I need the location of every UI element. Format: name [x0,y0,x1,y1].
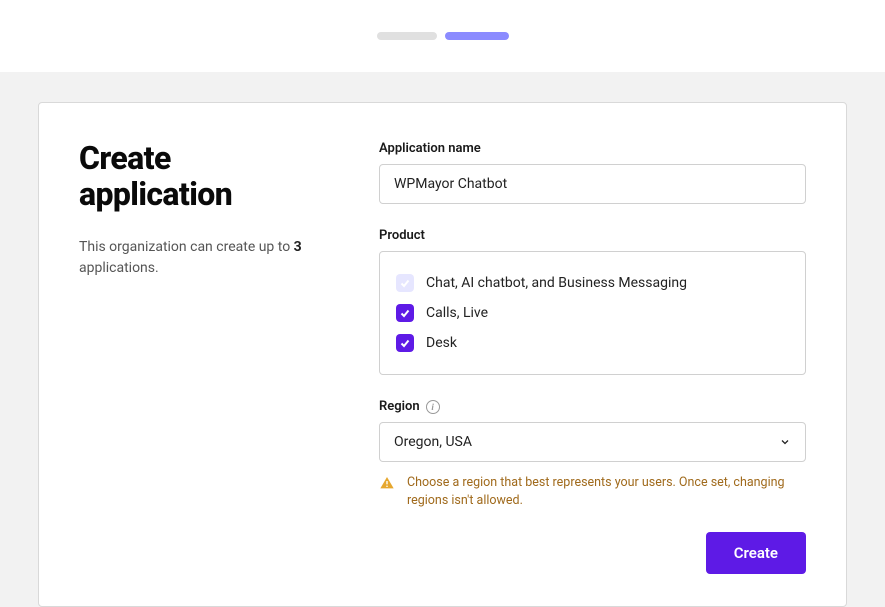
progress-bar-area [0,0,885,72]
region-select-wrap: Oregon, USA [379,422,806,462]
application-name-field: Application name [379,141,806,204]
product-field: Product Chat, AI chatbot, and Business M… [379,228,806,375]
page-title: Create application [79,141,355,213]
region-selected-value: Oregon, USA [394,434,472,450]
product-row-calls[interactable]: Calls, Live [396,298,789,328]
title-line-1: Create [79,139,171,177]
create-button[interactable]: Create [706,532,806,574]
subtitle-count: 3 [294,239,302,255]
button-row: Create [379,532,806,574]
region-warning-row: Choose a region that best represents you… [379,474,806,510]
product-label-calls: Calls, Live [426,305,488,321]
checkbox-calls[interactable] [396,304,414,322]
subtitle: This organization can create up to 3 app… [79,237,355,279]
product-row-desk[interactable]: Desk [396,328,789,358]
progress-indicator [377,32,509,40]
right-column: Application name Product Chat, AI chatbo… [379,141,806,574]
warning-icon [379,475,395,491]
check-icon [399,307,411,319]
left-column: Create application This organization can… [79,141,379,574]
info-icon[interactable]: i [426,400,440,414]
checkbox-desk[interactable] [396,334,414,352]
progress-step-2 [445,32,509,40]
product-label-desk: Desk [426,335,457,351]
region-select[interactable]: Oregon, USA [379,422,806,462]
checkbox-chat [396,274,414,292]
title-line-2: application [79,175,232,213]
check-icon [399,277,411,289]
region-field: Region i Oregon, USA Choose a region [379,399,806,510]
page-background: Create application This organization can… [0,72,885,607]
progress-step-1 [377,32,437,40]
subtitle-prefix: This organization can create up to [79,239,294,255]
product-label-chat: Chat, AI chatbot, and Business Messaging [426,275,687,291]
application-name-input[interactable] [379,164,806,204]
subtitle-suffix: applications. [79,260,159,276]
chevron-down-icon [779,436,791,448]
product-row-chat[interactable]: Chat, AI chatbot, and Business Messaging [396,268,789,298]
region-warning-text: Choose a region that best represents you… [407,474,806,510]
product-options-box: Chat, AI chatbot, and Business Messaging… [379,251,806,375]
region-label-row: Region i [379,399,806,414]
product-label: Product [379,228,806,243]
region-label: Region [379,399,420,414]
application-name-label: Application name [379,141,806,156]
create-application-card: Create application This organization can… [38,102,847,607]
check-icon [399,337,411,349]
